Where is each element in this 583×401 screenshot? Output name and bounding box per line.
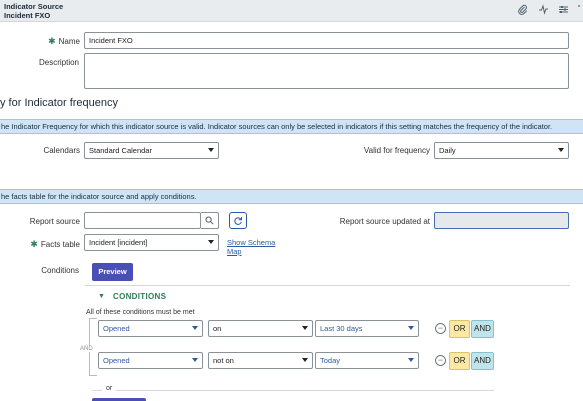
calendars-label: Calendars <box>43 146 80 155</box>
chevron-down-icon <box>408 326 414 330</box>
frequency-section-title: y for Indicator frequency <box>0 97 119 109</box>
more-icon[interactable] <box>575 4 583 16</box>
description-textarea[interactable] <box>84 53 569 89</box>
condition-operator-select[interactable]: on <box>208 320 313 337</box>
condition-operator-select[interactable]: not on <box>208 352 313 369</box>
chevron-down-icon <box>302 326 308 330</box>
facts-info-banner: he facts table for the indicator source … <box>0 189 583 204</box>
facts-table-select[interactable]: Incident [incident] <box>84 234 219 251</box>
facts-table-label: ✱ Facts table <box>30 239 80 249</box>
condition-value-select[interactable]: Today <box>315 352 419 369</box>
activity-icon[interactable] <box>537 4 549 16</box>
description-label: Description <box>38 58 79 67</box>
remove-condition-icon[interactable]: − <box>435 323 446 334</box>
required-icon: ✱ <box>48 36 56 46</box>
paperclip-icon[interactable] <box>517 4 529 16</box>
header-title: Indicator Source <box>4 2 64 11</box>
report-updated-label: Report source updated at <box>339 217 430 226</box>
required-icon: ✱ <box>30 239 38 249</box>
or-button[interactable]: OR <box>449 320 470 338</box>
report-source-input[interactable] <box>84 212 201 229</box>
name-input[interactable]: Incident FXO <box>84 32 569 49</box>
conditions-divider <box>85 285 570 286</box>
conditions-must-be-met: All of these conditions must be met <box>86 309 195 316</box>
calendars-select[interactable]: Standard Calendar <box>84 142 219 159</box>
refresh-icon <box>233 216 243 228</box>
header-record-name: Incident FXO <box>4 11 51 20</box>
valid-for-frequency-select[interactable]: Daily <box>434 142 569 159</box>
form-header: Indicator Source Incident FXO <box>0 0 583 22</box>
or-divider-line <box>92 390 494 391</box>
settings-sliders-icon[interactable] <box>557 4 569 16</box>
or-divider-label: or <box>102 385 117 392</box>
and-button[interactable]: AND <box>471 320 494 338</box>
chevron-down-icon <box>208 240 214 244</box>
chevron-down-icon <box>302 358 308 362</box>
condition-value-select[interactable]: Last 30 days <box>315 320 419 337</box>
conditions-label: Conditions <box>41 266 79 275</box>
preview-button[interactable]: Preview <box>92 263 133 281</box>
show-schema-map-link[interactable]: Show Schema Map <box>227 238 275 256</box>
chevron-down-icon <box>192 358 198 362</box>
and-button[interactable]: AND <box>471 352 494 370</box>
chevron-down-icon <box>408 358 414 362</box>
lookup-search-button[interactable] <box>201 212 219 229</box>
report-source-label: Report source <box>29 217 80 226</box>
valid-for-frequency-label: Valid for frequency <box>363 146 430 155</box>
condition-field-select[interactable]: Opened <box>98 352 203 369</box>
condition-field-select[interactable]: Opened <box>98 320 203 337</box>
remove-condition-icon[interactable]: − <box>435 355 446 366</box>
name-label: ✱ Name <box>48 36 80 46</box>
chevron-down-icon <box>192 326 198 330</box>
refresh-button[interactable] <box>229 212 247 229</box>
report-updated-field <box>434 212 569 229</box>
and-connector-label: AND <box>79 346 94 352</box>
chevron-down-icon <box>208 148 214 152</box>
conditions-header: CONDITIONS <box>113 292 167 301</box>
collapse-conditions-icon[interactable]: ▼ <box>98 293 105 300</box>
chevron-down-icon <box>558 148 564 152</box>
frequency-info-banner: he Indicator Frequency for which this in… <box>0 119 583 134</box>
or-button[interactable]: OR <box>449 352 470 370</box>
search-icon <box>205 216 214 227</box>
